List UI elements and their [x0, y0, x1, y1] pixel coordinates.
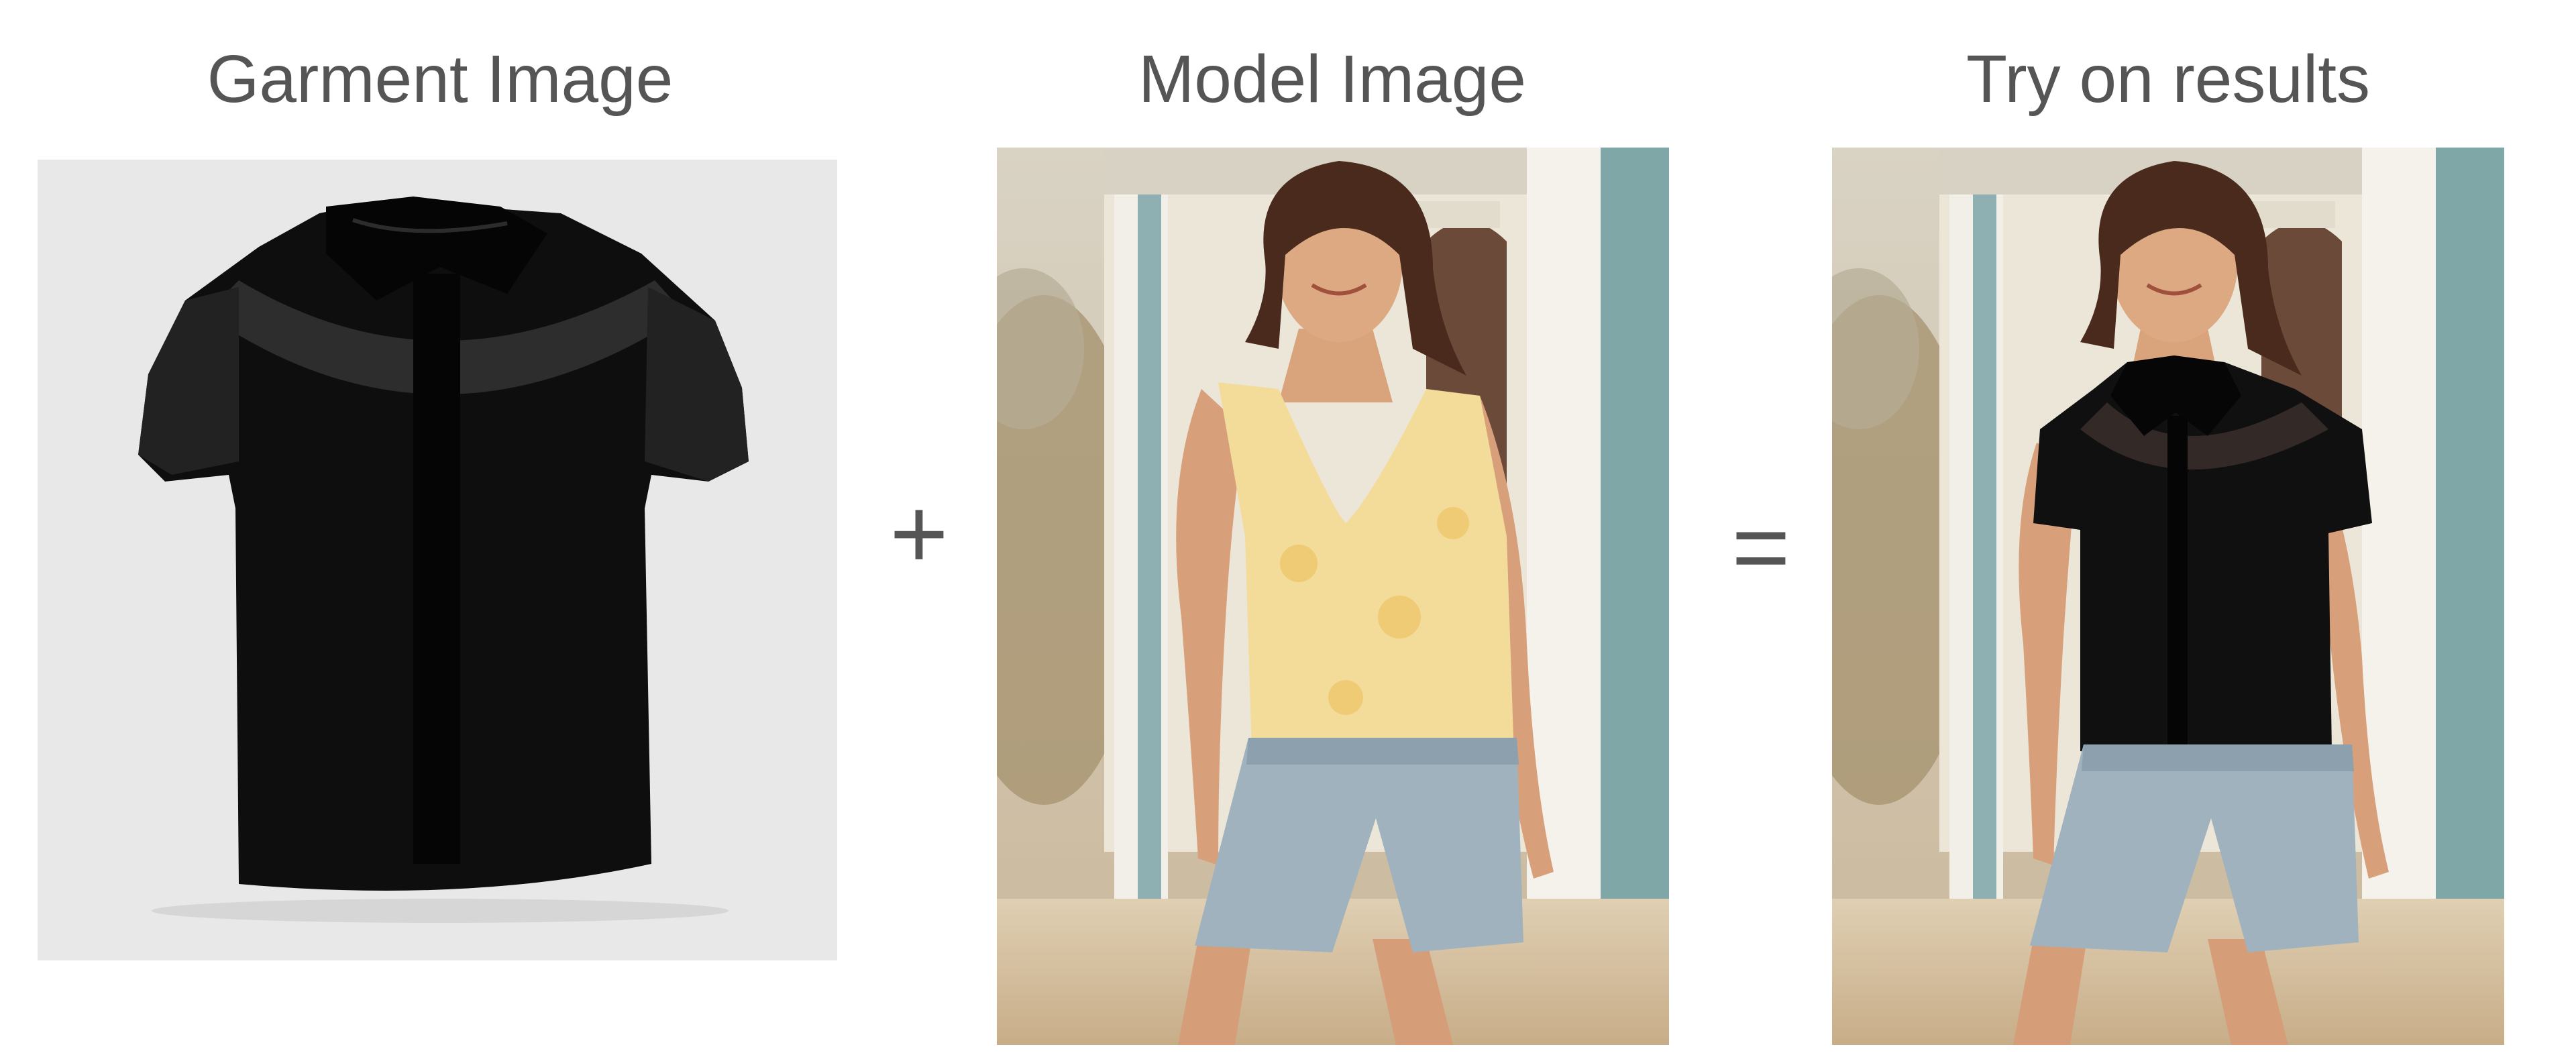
- model-image-heading: Model Image: [1138, 42, 1527, 117]
- try-on-results-heading: Try on results: [1966, 42, 2370, 117]
- garment-image: [38, 160, 837, 960]
- model-image: [997, 148, 1669, 1045]
- result-photo-illustration: [1832, 148, 2504, 1045]
- equals-sign: =: [1731, 490, 1790, 603]
- garment-image-heading: Garment Image: [207, 42, 674, 117]
- try-on-result-image: [1832, 148, 2504, 1045]
- model-photo-illustration: [997, 148, 1669, 1045]
- plus-sign: +: [890, 477, 949, 590]
- blouse-illustration: [38, 160, 837, 960]
